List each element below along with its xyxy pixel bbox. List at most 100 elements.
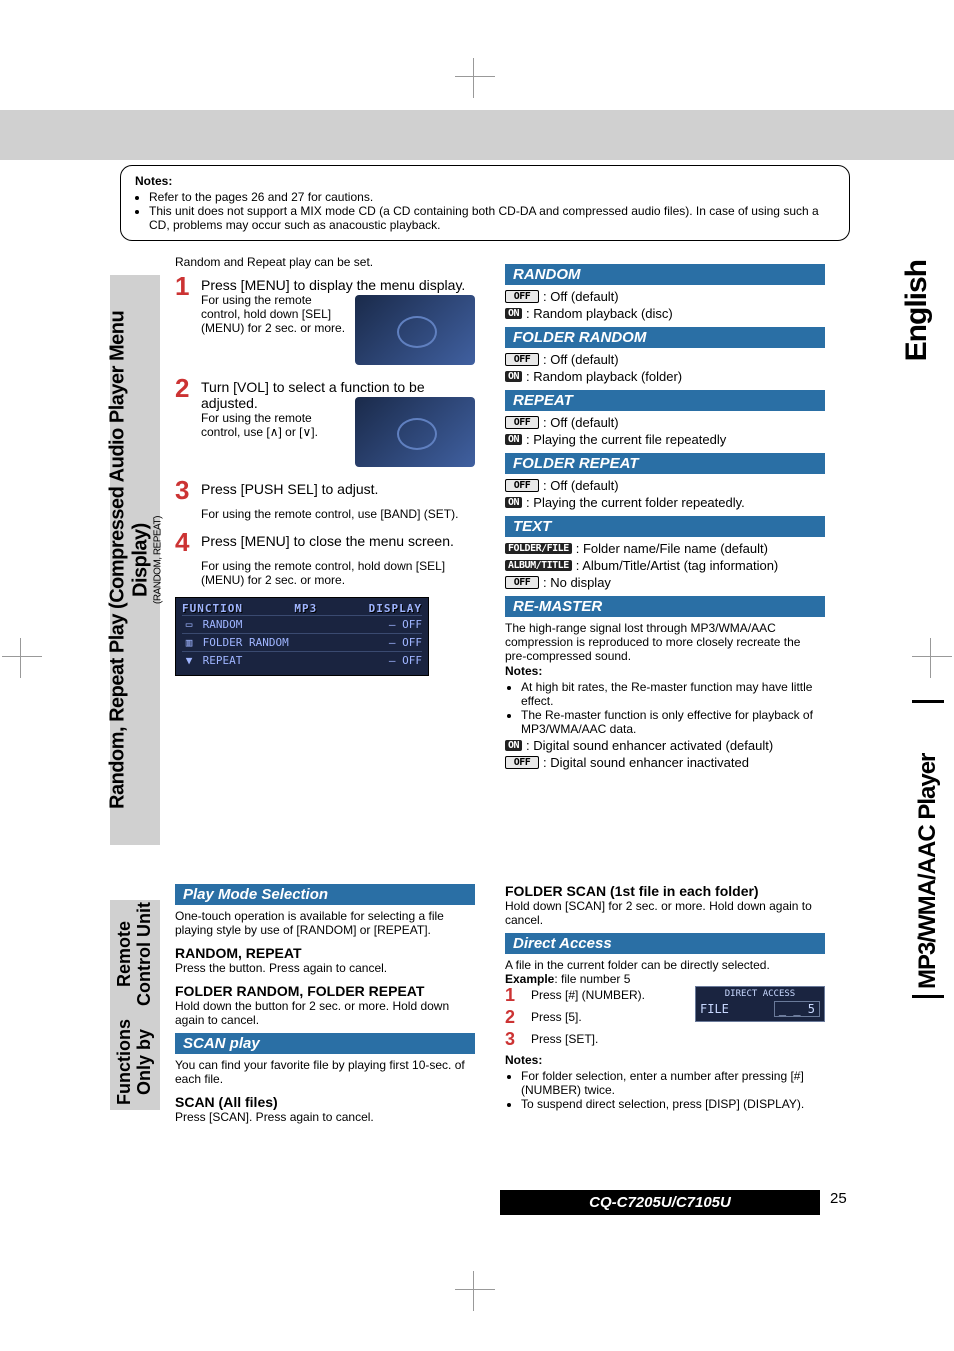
da-step-2: 2 Press [5]. bbox=[505, 1008, 689, 1026]
row-icon: ▥ bbox=[182, 636, 196, 649]
pms-b2: Hold down the button for 2 sec. or more.… bbox=[175, 999, 475, 1027]
da-example-h: Example bbox=[505, 972, 554, 986]
ftable-h2: MP3 bbox=[294, 602, 317, 615]
scan-b1: Press [SCAN]. Press again to cancel. bbox=[175, 1110, 475, 1124]
sidebar2-l2: Remote Control Unit bbox=[115, 900, 155, 1008]
pms-b1: Press the button. Press again to cancel. bbox=[175, 961, 475, 975]
step-note: For using the remote control, use [BAND]… bbox=[201, 507, 475, 521]
section-scan: SCAN play bbox=[175, 1033, 475, 1054]
language-tab: English bbox=[900, 260, 934, 361]
chip-off: OFF bbox=[505, 290, 539, 303]
section-text: TEXT bbox=[505, 516, 825, 537]
step-2: 2 Turn [VOL] to select a function to be … bbox=[175, 375, 475, 473]
option-row: ALBUM/TITLE: Album/Title/Artist (tag inf… bbox=[505, 558, 825, 573]
header-strip bbox=[0, 110, 954, 160]
da-example-t: : file number 5 bbox=[554, 972, 630, 986]
chip-off: OFF bbox=[505, 756, 539, 769]
chip-off: OFF bbox=[505, 416, 539, 429]
remaster-body: The high-range signal lost through MP3/W… bbox=[505, 621, 825, 663]
row-icon: ▼ bbox=[182, 654, 196, 667]
chip-text: FOLDER/FILE bbox=[505, 543, 572, 554]
step-number: 2 bbox=[505, 1008, 525, 1026]
fscan-title: FOLDER SCAN (1st file in each folder) bbox=[505, 883, 825, 899]
option-row: OFF: Off (default) bbox=[505, 415, 825, 430]
section-repeat: REPEAT bbox=[505, 390, 825, 411]
step-text: Press [#] (NUMBER). bbox=[531, 986, 645, 1002]
scan-body: You can find your favorite file by playi… bbox=[175, 1058, 475, 1086]
sidebar1-title: Random, Repeat Play (Compressed Audio Pl… bbox=[107, 275, 153, 845]
remaster-note: At high bit rates, the Re-master functio… bbox=[521, 680, 825, 708]
option-row: OFF: Off (default) bbox=[505, 478, 825, 493]
right-column: RANDOM OFF: Off (default) ON: Random pla… bbox=[505, 258, 825, 772]
section-play-mode: Play Mode Selection bbox=[175, 884, 475, 905]
sidebar-remote-only: Functions Only by Remote Control Unit bbox=[110, 900, 160, 1110]
scan-h1: SCAN (All files) bbox=[175, 1094, 475, 1110]
da-box-label: FILE bbox=[700, 1002, 729, 1016]
notes-item: Refer to the pages 26 and 27 for caution… bbox=[149, 190, 835, 204]
da-note: For folder selection, enter a number aft… bbox=[521, 1069, 825, 1097]
step-number: 4 bbox=[175, 529, 195, 555]
row-icon: ▭ bbox=[182, 618, 196, 631]
ftable-h3: DISPLAY bbox=[369, 602, 422, 615]
chip-text: ALBUM/TITLE bbox=[505, 560, 572, 571]
step-text: Press [SET]. bbox=[531, 1030, 598, 1046]
step-number: 2 bbox=[175, 375, 195, 401]
option-row: OFF: Off (default) bbox=[505, 289, 825, 304]
chip-off: OFF bbox=[505, 353, 539, 366]
crop-mark-icon bbox=[455, 1271, 495, 1311]
device-image bbox=[355, 397, 475, 467]
footer-model: CQ-C7205U/C7105U bbox=[500, 1190, 820, 1215]
da-notes-h: Notes: bbox=[505, 1053, 542, 1067]
da-note: To suspend direct selection, press [DISP… bbox=[521, 1097, 825, 1111]
pms-body: One-touch operation is available for sel… bbox=[175, 909, 475, 937]
step-text: Press [MENU] to display the menu display… bbox=[201, 273, 475, 371]
section-random: RANDOM bbox=[505, 264, 825, 285]
section-remaster: RE-MASTER bbox=[505, 596, 825, 617]
option-row: OFF: Off (default) bbox=[505, 352, 825, 367]
option-row: FOLDER/FILE: Folder name/File name (defa… bbox=[505, 541, 825, 556]
section-tab: MP3/WMA/AAC Player bbox=[912, 700, 944, 998]
notes-item: This unit does not support a MIX mode CD… bbox=[149, 204, 835, 232]
notes-box: Notes: Refer to the pages 26 and 27 for … bbox=[120, 165, 850, 241]
step-4: 4 Press [MENU] to close the menu screen. bbox=[175, 529, 475, 555]
pms-h2: FOLDER RANDOM, FOLDER REPEAT bbox=[175, 983, 475, 999]
crop-mark-icon bbox=[912, 638, 952, 678]
lower-right: FOLDER SCAN (1st file in each folder) Ho… bbox=[505, 875, 825, 1113]
step-number: 3 bbox=[505, 1030, 525, 1048]
pms-h1: RANDOM, REPEAT bbox=[175, 945, 475, 961]
step-text: Press [MENU] to close the menu screen. bbox=[201, 529, 454, 549]
chip-on: ON bbox=[505, 434, 522, 445]
remaster-note: The Re-master function is only effective… bbox=[521, 708, 825, 736]
sidebar-random-repeat: Random, Repeat Play (Compressed Audio Pl… bbox=[110, 275, 160, 845]
page-number: 25 bbox=[830, 1190, 847, 1207]
da-box-head: DIRECT ACCESS bbox=[700, 989, 820, 999]
ftable-row: ▥ FOLDER RANDOM – OFF bbox=[182, 633, 422, 651]
device-image bbox=[355, 295, 475, 365]
step-text: Press [5]. bbox=[531, 1008, 582, 1024]
chip-on: ON bbox=[505, 497, 522, 508]
steps-intro: Random and Repeat play can be set. bbox=[175, 255, 475, 269]
sidebar1-sub: (RANDOM, REPEAT) bbox=[153, 516, 164, 604]
direct-access-display: DIRECT ACCESS FILE _ _ 5 bbox=[695, 986, 825, 1022]
da-body: A file in the current folder can be dire… bbox=[505, 958, 825, 972]
crop-mark-icon bbox=[2, 638, 42, 678]
option-row: OFF: No display bbox=[505, 575, 825, 590]
chip-on: ON bbox=[505, 308, 522, 319]
chip-on: ON bbox=[505, 371, 522, 382]
chip-on: ON bbox=[505, 740, 522, 751]
crop-mark-icon bbox=[455, 58, 495, 98]
option-row: ON: Digital sound enhancer activated (de… bbox=[505, 738, 825, 753]
notes-heading: Notes: bbox=[135, 174, 172, 188]
option-row: ON: Playing the current file repeatedly bbox=[505, 432, 825, 447]
function-display: FUNCTION MP3 DISPLAY ▭ RANDOM – OFF ▥ FO… bbox=[175, 597, 429, 676]
step-text: Turn [VOL] to select a function to be ad… bbox=[201, 375, 475, 473]
step-number: 1 bbox=[505, 986, 525, 1004]
lower-left: Play Mode Selection One-touch operation … bbox=[175, 878, 475, 1124]
left-column: Random and Repeat play can be set. 1 Pre… bbox=[175, 255, 475, 676]
da-box-val: _ _ 5 bbox=[774, 1001, 820, 1017]
option-row: ON: Random playback (folder) bbox=[505, 369, 825, 384]
option-row: OFF: Digital sound enhancer inactivated bbox=[505, 755, 825, 770]
remaster-notes-h: Notes: bbox=[505, 664, 542, 678]
step-3: 3 Press [PUSH SEL] to adjust. bbox=[175, 477, 475, 503]
section-folder-random: FOLDER RANDOM bbox=[505, 327, 825, 348]
